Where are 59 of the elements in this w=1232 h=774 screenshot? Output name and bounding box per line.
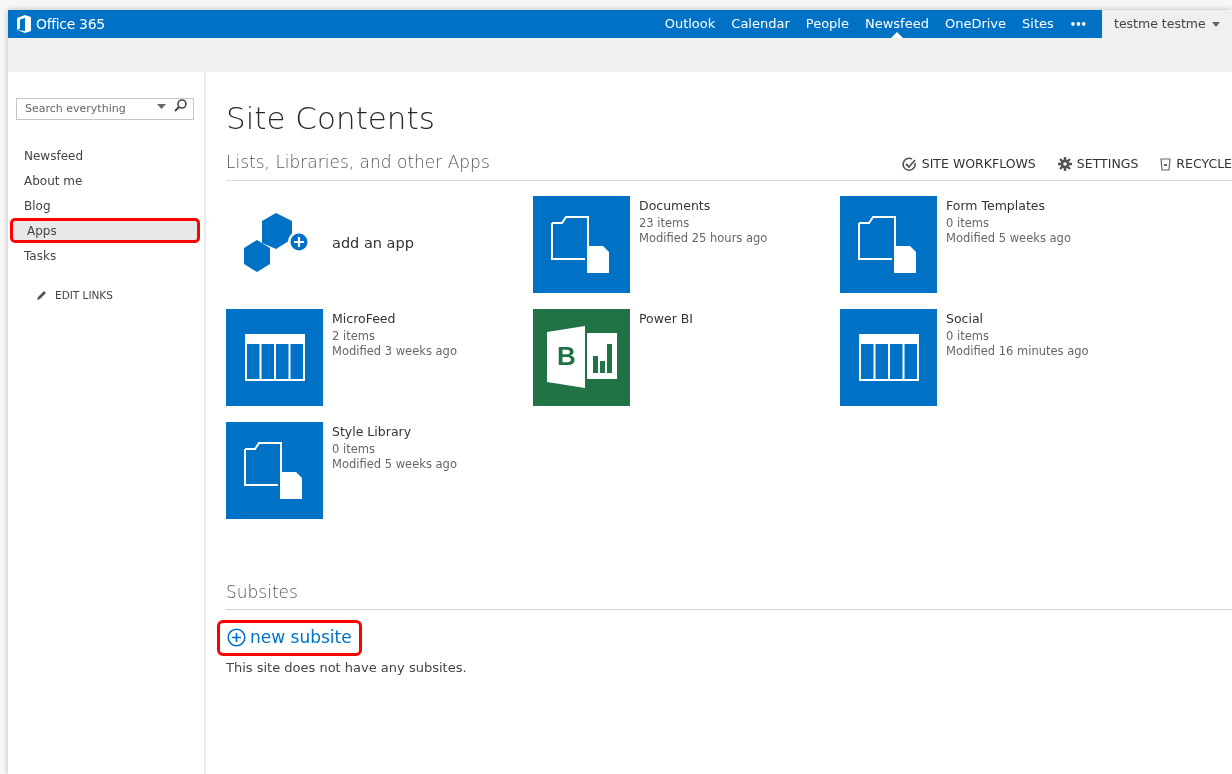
suite-nav-link[interactable]: Calendar: [723, 10, 798, 38]
section-heading: Subsites: [226, 579, 1232, 610]
suite-nav-link[interactable]: Outlook: [656, 10, 724, 38]
bar-chart-icon: [586, 333, 617, 379]
item-count: 0 items: [946, 215, 990, 231]
app-tile[interactable]: [840, 195, 937, 293]
app-title[interactable]: Documents: [639, 197, 768, 213]
modified-date: Modified 5 weeks ago: [332, 456, 457, 472]
suite-nav-link[interactable]: Sites: [1014, 10, 1062, 38]
suite-nav-link[interactable]: OneDrive: [936, 10, 1015, 38]
brand-name[interactable]: Office 365: [36, 13, 105, 35]
app-tile[interactable]: B: [533, 308, 630, 406]
modified-date: Modified 5 weeks ago: [946, 230, 1071, 246]
pencil-icon[interactable]: [36, 290, 47, 302]
modified-date: Modified 25 hours ago: [639, 230, 768, 246]
list-icon: [858, 333, 919, 381]
search-field[interactable]: Search everything: [16, 97, 194, 120]
office-logo-icon: [16, 15, 32, 33]
nav-item[interactable]: Newsfeed: [10, 143, 200, 168]
app-tile[interactable]: [840, 308, 937, 406]
app-title[interactable]: MicroFeed: [332, 310, 457, 326]
workflows-button[interactable]: SITE WORKFLOWS: [901, 154, 1036, 174]
nav-item[interactable]: About me: [10, 168, 200, 193]
settings-button[interactable]: SETTINGS: [1057, 154, 1139, 174]
modified-date: Modified 16 minutes ago: [946, 343, 1089, 359]
plus-circle-icon: [227, 628, 246, 648]
edit-links-link[interactable]: EDIT LINKS: [55, 288, 113, 304]
suite-nav-link[interactable]: People: [797, 10, 857, 38]
app-title[interactable]: Power BI: [639, 310, 694, 326]
recycle-button[interactable]: RECYCLE: [1160, 154, 1232, 174]
page-shape-icon: [546, 326, 585, 388]
modified-date: Modified 3 weeks ago: [332, 343, 457, 359]
item-count: 23 items: [639, 215, 691, 231]
app-title[interactable]: Form Templates: [946, 197, 1071, 213]
caret-icon[interactable]: [1212, 21, 1220, 27]
nav-item[interactable]: Tasks: [10, 243, 200, 268]
app-title[interactable]: Social: [946, 310, 1089, 326]
app-tile[interactable]: [533, 195, 630, 293]
add-app-button[interactable]: add an app: [226, 195, 414, 293]
item-count: 0 items: [946, 328, 990, 344]
nav-item[interactable]: Apps: [10, 218, 200, 243]
nav-item[interactable]: Blog: [10, 193, 200, 218]
trash-icon: [1160, 157, 1172, 172]
settings-icon: [1057, 157, 1072, 172]
item-count: 0 items: [332, 441, 376, 457]
app-tile[interactable]: [226, 421, 323, 519]
check-circle-icon: [901, 156, 917, 172]
app-title[interactable]: Style Library: [332, 423, 457, 439]
item-count: 2 items: [332, 328, 376, 344]
app-tile[interactable]: [226, 308, 323, 406]
list-icon: [244, 333, 305, 381]
empty-message: This site does not have any subsites.: [226, 658, 468, 677]
more-button[interactable]: •••: [1061, 10, 1094, 38]
new-subsite-link[interactable]: new subsite: [217, 620, 362, 656]
section-heading: Lists, Libraries, and other Apps: [226, 151, 490, 174]
page-title: Site Contents: [226, 99, 436, 138]
dropdown-icon[interactable]: [157, 104, 166, 109]
tile-letter: B: [557, 340, 576, 371]
search-icon[interactable]: [174, 99, 187, 112]
